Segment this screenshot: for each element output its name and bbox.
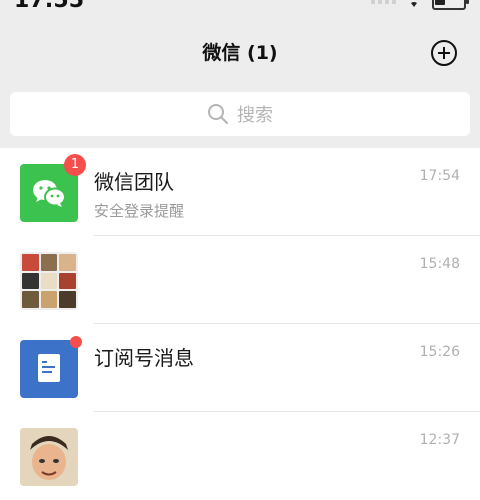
signal-icon xyxy=(371,0,396,4)
chat-row-contact[interactable]: 12:37 xyxy=(0,412,480,500)
nav-bar: 微信 (1) xyxy=(0,30,480,78)
chat-row-wechat-team[interactable]: 1 微信团队 安全登录提醒 17:54 xyxy=(0,148,480,236)
search-placeholder: 搜索 xyxy=(237,105,273,126)
document-icon xyxy=(38,354,60,382)
contact-avatar xyxy=(20,428,78,486)
chat-time: 15:48 xyxy=(419,256,460,272)
unread-dot xyxy=(70,336,82,348)
chat-row-subscriptions[interactable]: 订阅号消息 15:26 xyxy=(0,324,480,412)
chat-time: 15:26 xyxy=(419,344,460,360)
chat-time: 12:37 xyxy=(419,432,460,448)
status-time: 17:55 xyxy=(14,0,85,13)
page-title: 微信 (1) xyxy=(202,42,278,64)
chat-row-group[interactable]: 15:48 xyxy=(0,236,480,324)
chat-name: 订阅号消息 xyxy=(94,346,194,370)
subscription-avatar xyxy=(20,340,78,398)
search-icon xyxy=(208,104,228,124)
search-input[interactable]: 搜索 xyxy=(10,92,470,136)
chat-name: 微信团队 xyxy=(94,170,174,194)
add-circle-icon[interactable] xyxy=(430,39,458,67)
battery-icon xyxy=(432,0,469,10)
chat-preview: 安全登录提醒 xyxy=(94,202,185,220)
chat-list: 1 微信团队 安全登录提醒 17:54 15:48 订阅号消息 15:26 12… xyxy=(0,148,480,500)
unread-badge: 1 xyxy=(64,154,86,176)
wifi-icon xyxy=(411,2,417,7)
group-avatar xyxy=(20,252,78,310)
person-avatar-icon xyxy=(20,428,78,486)
chat-time: 17:54 xyxy=(419,168,460,184)
status-indicators xyxy=(371,0,469,10)
status-bar: 17:55 xyxy=(0,0,480,30)
